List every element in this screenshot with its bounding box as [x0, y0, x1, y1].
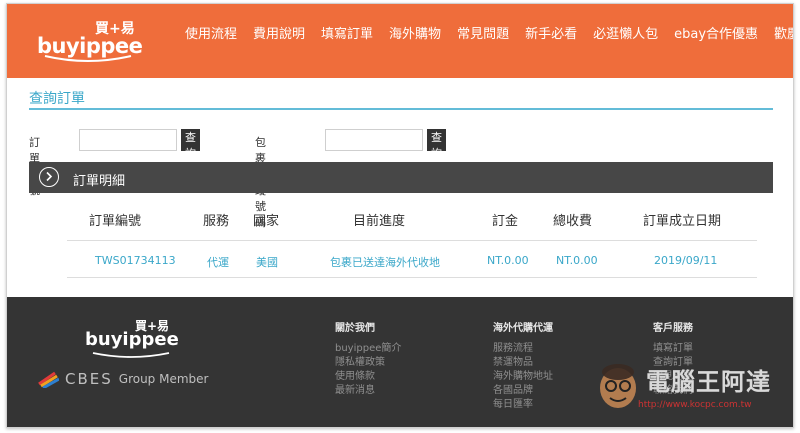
footer-link[interactable]: buyippee簡介: [335, 342, 401, 356]
col-total: 總收費: [553, 214, 593, 229]
footer-col-about: 關於我們 buyippee簡介 隱私權政策 使用條款 最新消息: [335, 319, 401, 398]
nav-faq[interactable]: 常見問題: [449, 23, 517, 42]
cell-progress: 包裹已送達海外代收地: [330, 256, 440, 269]
nav-fill-order[interactable]: 填寫訂單: [313, 23, 381, 42]
chevron-right-circle-icon: [39, 167, 59, 187]
cbes-name: CBES: [65, 370, 113, 388]
nav-usage-flow[interactable]: 使用流程: [177, 23, 245, 42]
footer-logo-text: buyippee: [85, 329, 179, 350]
col-country: 國家: [253, 214, 280, 229]
watermark-url: http://www.kocpc.com.tw: [638, 400, 752, 410]
nav-guides[interactable]: 必逛懶人包: [585, 23, 666, 42]
col-deposit: 訂金: [492, 214, 519, 229]
site-logo[interactable]: 買+易 buyippee: [37, 16, 147, 66]
footer-link[interactable]: 使用條款: [335, 370, 401, 384]
col-progress: 目前進度: [353, 214, 406, 229]
main-nav: 使用流程 費用說明 填寫訂單 海外購物 常見問題 新手必看 必逛懶人包 ebay…: [177, 4, 793, 60]
logo-swoosh-icon: [44, 55, 132, 62]
mascot-face-icon: [600, 364, 636, 408]
row-divider: [67, 277, 757, 278]
footer-logo[interactable]: 買+易 buyippee: [85, 317, 185, 358]
nav-overseas-shopping[interactable]: 海外購物: [381, 23, 449, 42]
cbes-group-badge: CBES Group Member: [37, 369, 208, 389]
footer-link[interactable]: 各國品牌: [493, 384, 553, 398]
order-no-input[interactable]: [79, 129, 177, 151]
title-divider: [29, 108, 773, 110]
footer-link[interactable]: 每日匯率: [493, 398, 553, 412]
tracking-search-button[interactable]: 查詢: [427, 129, 446, 160]
order-detail-header: 訂單明細: [29, 162, 773, 193]
order-search-button[interactable]: 查詢: [181, 129, 200, 160]
footer-col-title: 關於我們: [335, 323, 375, 334]
watermark-title: 電腦王阿達: [646, 368, 771, 396]
cell-country: 美國: [256, 256, 278, 269]
footer-link[interactable]: 禁運物品: [493, 356, 553, 370]
footer-col-title: 海外代購代運: [493, 323, 553, 334]
col-order-no: 訂單編號: [89, 214, 142, 229]
order-detail-title: 訂單明細: [73, 174, 126, 189]
footer-col-proxy: 海外代購代運 服務流程 禁運物品 海外購物地址 各國品牌 每日匯率: [493, 319, 553, 412]
cell-service: 代運: [207, 256, 229, 269]
footer-logo-swoosh-icon: [92, 352, 170, 358]
cell-created-date: 2019/09/11: [654, 254, 718, 267]
col-created-date: 訂單成立日期: [643, 214, 722, 229]
watermark: 電腦王阿達 http://www.kocpc.com.tw: [596, 356, 786, 416]
footer-link[interactable]: 海外購物地址: [493, 370, 553, 384]
cell-deposit: NT.0.00: [487, 254, 529, 267]
cell-total: NT.0.00: [556, 254, 598, 267]
site-header: 買+易 buyippee 使用流程 費用說明 填寫訂單 海外購物 常見問題 新手…: [7, 4, 793, 78]
footer-link[interactable]: 服務流程: [493, 342, 553, 356]
header-divider: [67, 240, 757, 241]
footer-link[interactable]: 最新消息: [335, 384, 401, 398]
nav-anniversary[interactable]: 歡慶5周年: [766, 23, 793, 42]
col-service: 服務: [203, 214, 230, 229]
footer-link[interactable]: 隱私權政策: [335, 356, 401, 370]
tracking-input[interactable]: [325, 129, 423, 151]
nav-fees[interactable]: 費用說明: [245, 23, 313, 42]
cell-order-no[interactable]: TWS01734113: [95, 254, 176, 267]
nav-beginners[interactable]: 新手必看: [517, 23, 585, 42]
nav-ebay-offers[interactable]: ebay合作優惠: [666, 23, 766, 42]
cbes-sub: Group Member: [118, 372, 209, 386]
cbes-logo-icon: [38, 371, 59, 388]
footer-col-title: 客戶服務: [653, 323, 693, 334]
footer-link[interactable]: 填寫訂單: [653, 342, 693, 356]
page-title: 查詢訂單: [29, 91, 85, 107]
